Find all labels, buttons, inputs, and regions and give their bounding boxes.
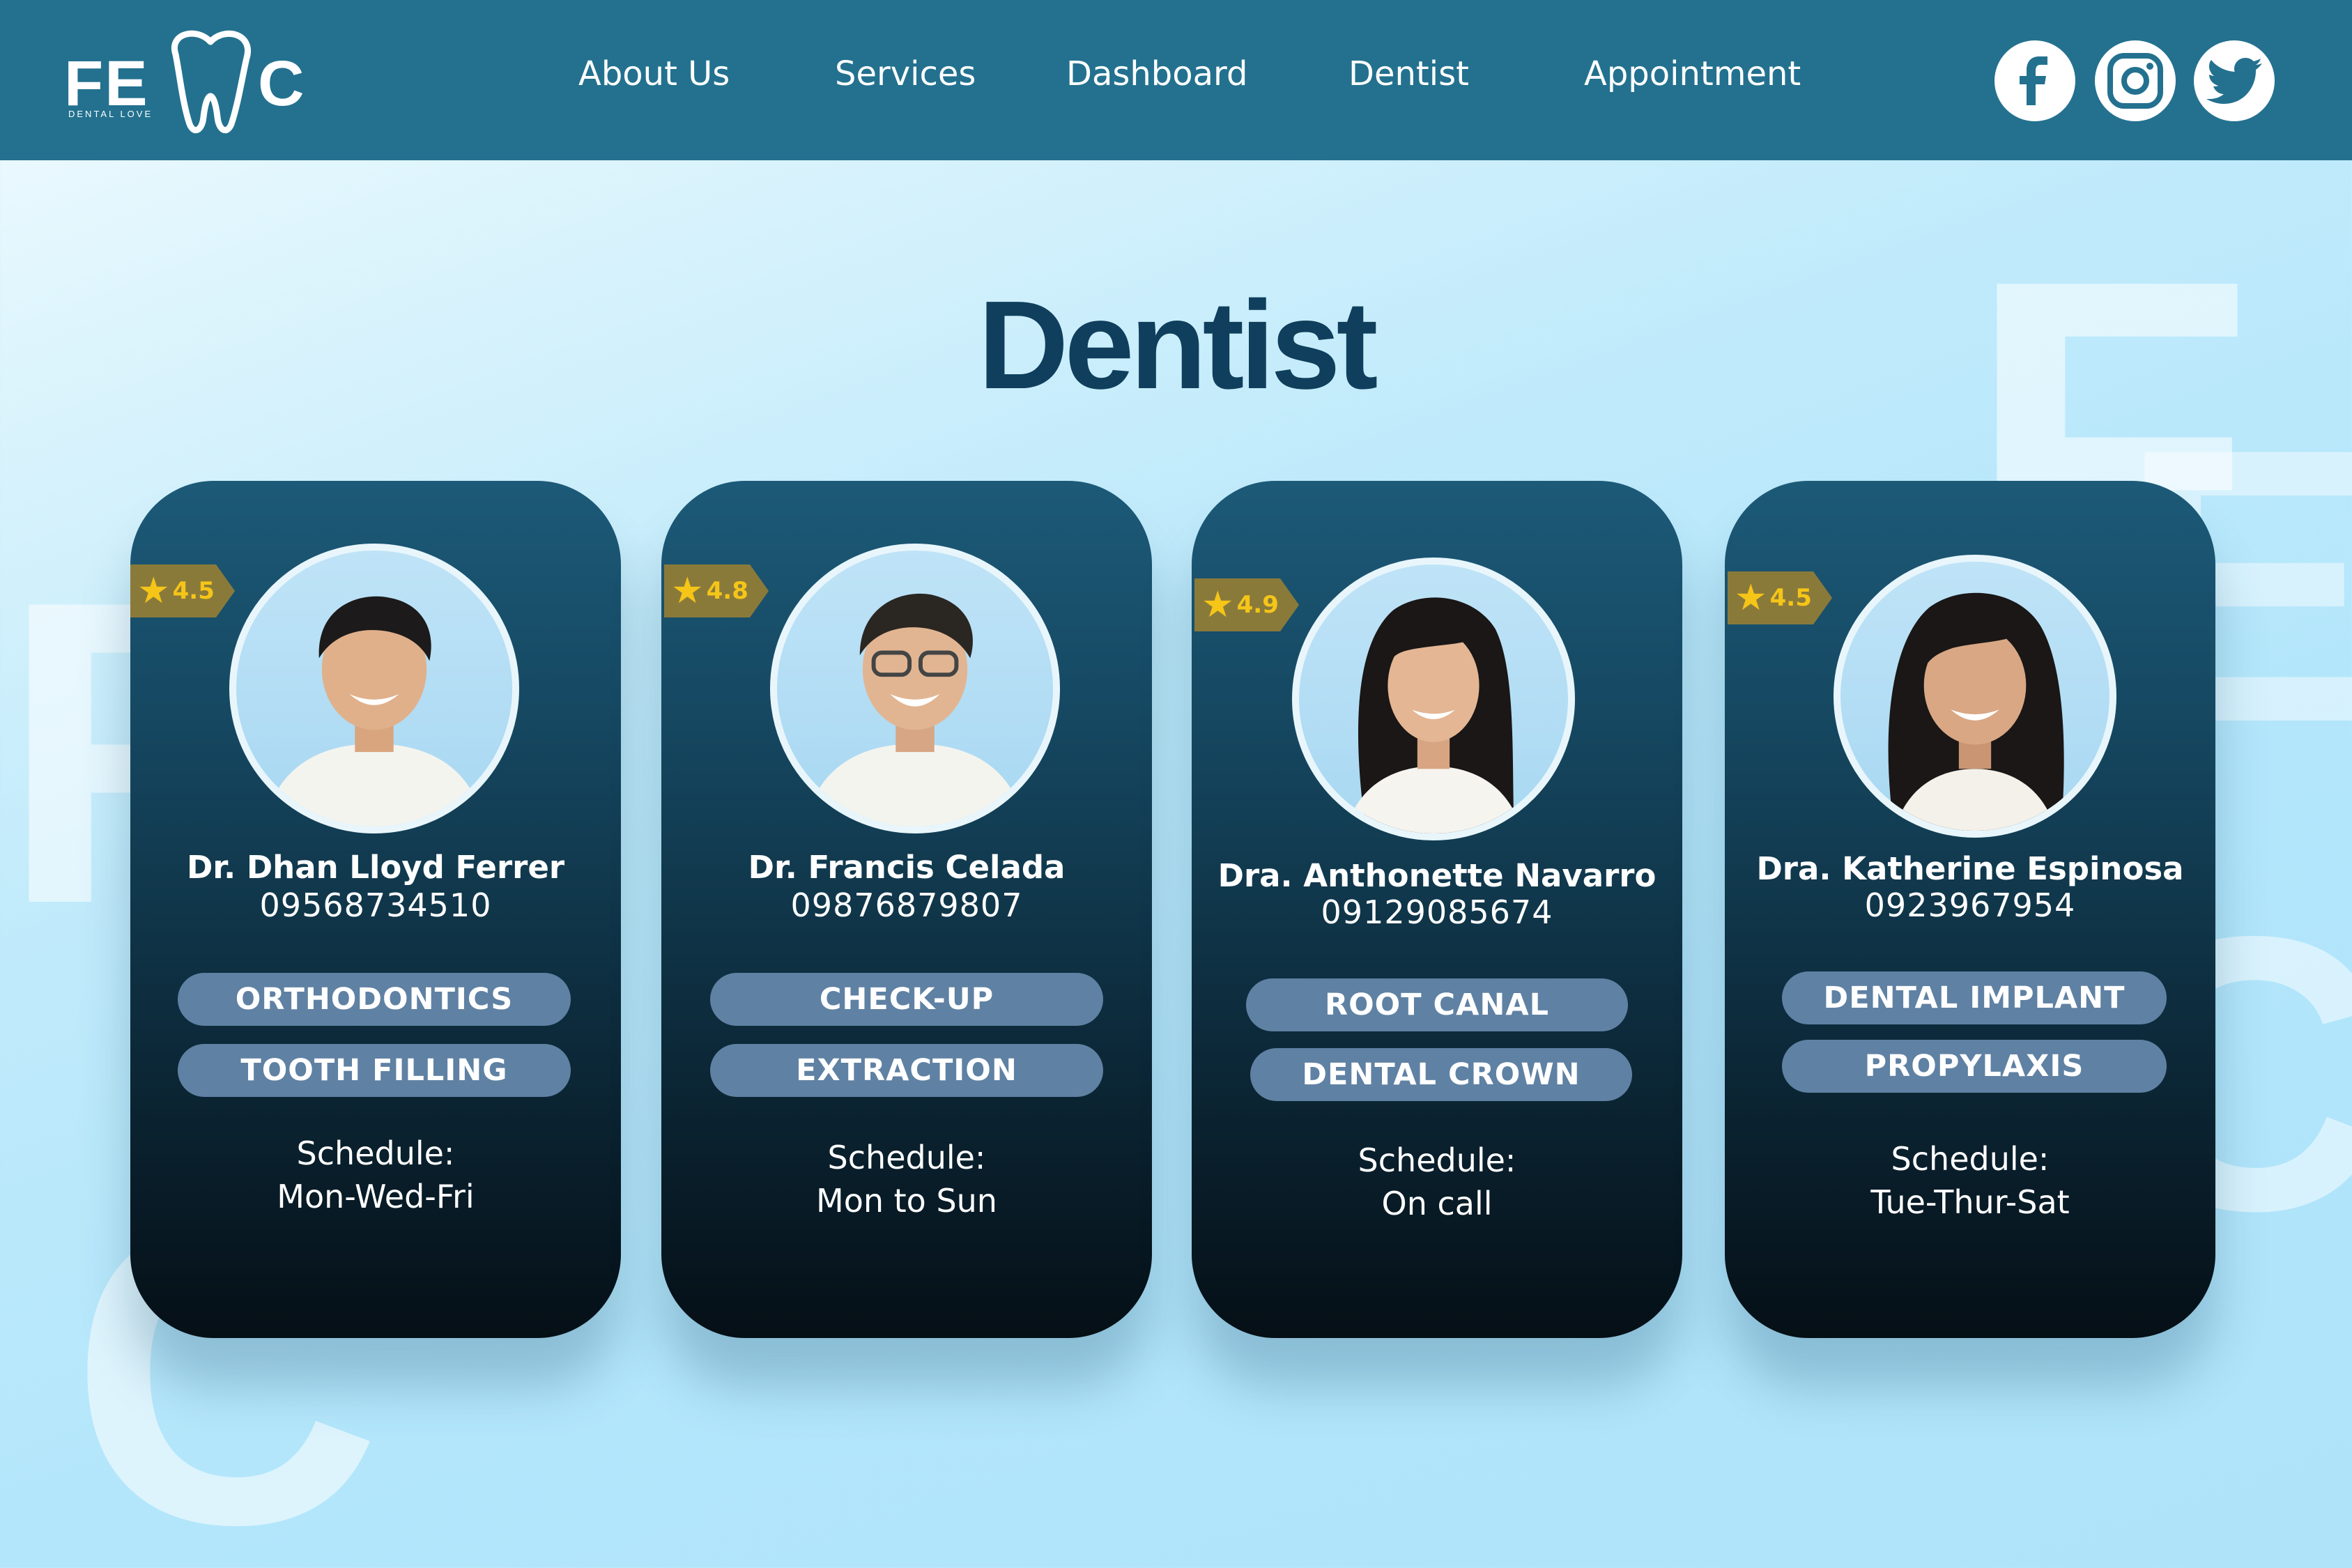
tooth-logo-icon <box>171 30 251 134</box>
twitter-icon[interactable] <box>2194 40 2275 121</box>
avatar-placeholder-icon <box>263 596 485 827</box>
dentist-card[interactable]: ★ 4.5 Dra. Katherine Espinosa 0923967954… <box>1725 481 2215 1338</box>
dentist-card[interactable]: ★ 4.8 Dr. Francis Celada 09876879807 CHE… <box>661 481 1152 1338</box>
avatar-placeholder-icon <box>1888 592 2064 831</box>
dentist-phone: 09129085674 <box>1321 893 1553 931</box>
dentist-photo <box>1834 555 2116 838</box>
logo-tagline: DENTAL LOVE <box>68 109 153 119</box>
dentist-name: Dra. Anthonette Navarro <box>1217 857 1657 894</box>
schedule-value: On call <box>1381 1185 1493 1222</box>
rating-value: 4.9 <box>1236 591 1279 619</box>
schedule-label: Schedule: <box>1891 1140 2050 1178</box>
nav-dentist[interactable]: Dentist <box>1348 54 1469 93</box>
avatar-placeholder-icon <box>804 593 1026 827</box>
service-tag[interactable]: DENTAL CROWN <box>1250 1048 1632 1101</box>
rating-badge: ★ 4.9 <box>1194 578 1299 631</box>
nav-appointment[interactable]: Appointment <box>1584 54 1801 93</box>
rating-badge: ★ 4.5 <box>130 564 235 617</box>
service-tag[interactable]: CHECK-UP <box>710 973 1103 1026</box>
top-navigation-bar: FE C DENTAL LOVE About Us Services Dashb… <box>0 0 2352 160</box>
dentist-phone: 0923967954 <box>1864 886 2076 924</box>
dentist-card[interactable]: ★ 4.9 Dra. Anthonette Navarro 0912908567… <box>1192 481 1682 1338</box>
nav-services[interactable]: Services <box>835 54 976 93</box>
dentist-phone: 09876879807 <box>790 886 1023 924</box>
schedule-value: Mon to Sun <box>816 1182 997 1220</box>
schedule-label: Schedule: <box>1358 1142 1516 1179</box>
dentist-photo <box>229 544 519 833</box>
rating-value: 4.5 <box>172 577 215 605</box>
dentist-card[interactable]: ★ 4.5 Dr. Dhan Lloyd Ferrer 09568734510 … <box>130 481 621 1338</box>
rating-badge: ★ 4.8 <box>664 564 769 617</box>
service-tag[interactable]: DENTAL IMPLANT <box>1782 971 2167 1024</box>
rating-value: 4.8 <box>706 577 748 605</box>
star-icon: ★ <box>1201 584 1234 626</box>
dentist-name: Dr. Francis Celada <box>748 849 1066 886</box>
schedule-value: Tue-Thur-Sat <box>1870 1183 2070 1221</box>
facebook-icon[interactable] <box>1994 40 2075 121</box>
dentist-name: Dr. Dhan Lloyd Ferrer <box>186 849 565 886</box>
service-tag[interactable]: PROPYLAXIS <box>1782 1040 2167 1093</box>
service-tag[interactable]: ROOT CANAL <box>1246 978 1628 1031</box>
rating-value: 4.5 <box>1769 584 1812 612</box>
star-icon: ★ <box>137 570 170 612</box>
dentist-photo <box>1292 558 1575 840</box>
dentist-name: Dra. Katherine Espinosa <box>1756 850 2184 887</box>
star-icon: ★ <box>1735 577 1767 619</box>
nav-about-us[interactable]: About Us <box>578 54 730 93</box>
page-title: Dentist <box>978 275 1378 415</box>
avatar-placeholder-icon <box>1344 597 1523 833</box>
rating-badge: ★ 4.5 <box>1728 571 1832 624</box>
logo-text-right: C <box>258 48 306 119</box>
dentist-phone: 09568734510 <box>259 886 492 924</box>
schedule-label: Schedule: <box>827 1139 986 1176</box>
service-tag[interactable]: EXTRACTION <box>710 1044 1103 1097</box>
star-icon: ★ <box>671 570 704 612</box>
service-tag[interactable]: ORTHODONTICS <box>178 973 571 1026</box>
schedule-label: Schedule: <box>296 1135 455 1172</box>
nav-dashboard[interactable]: Dashboard <box>1066 54 1247 93</box>
instagram-icon[interactable] <box>2095 40 2176 121</box>
dentist-photo <box>770 544 1060 833</box>
brand-logo[interactable]: FE C DENTAL LOVE <box>64 26 304 138</box>
service-tag[interactable]: TOOTH FILLING <box>178 1044 571 1097</box>
schedule-value: Mon-Wed-Fri <box>277 1178 475 1215</box>
